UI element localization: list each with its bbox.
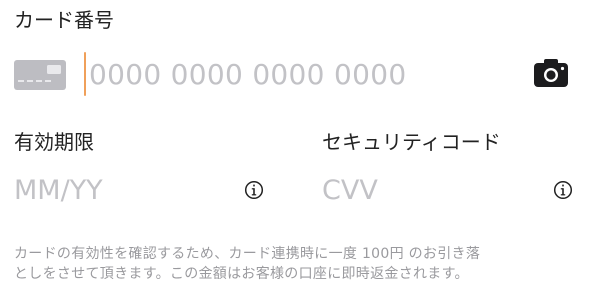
info-icon[interactable]: [244, 180, 264, 200]
notice-line: としをさせて頂きます。この金額はお客様の口座に即時返金されます。: [14, 266, 469, 282]
verification-notice: カードの有効性を確認するため、カード連携時に一度 100円 のお引き落 としをさ…: [14, 244, 576, 284]
cvv-label: セキュリティコード: [322, 130, 501, 154]
expiry-label: 有効期限: [14, 130, 94, 154]
card-number-label: カード番号: [14, 8, 114, 32]
notice-line: カードの有効性を確認するため、カード連携時に一度 100円 のお引き落: [14, 246, 481, 262]
info-icon[interactable]: [553, 180, 573, 200]
text-caret: [84, 52, 86, 96]
expiry-input[interactable]: [14, 172, 224, 208]
cvv-input[interactable]: [322, 172, 522, 208]
card-number-row: [0, 50, 590, 98]
credit-card-icon: [14, 60, 66, 90]
card-number-input[interactable]: [89, 56, 509, 92]
camera-icon[interactable]: [534, 59, 568, 87]
